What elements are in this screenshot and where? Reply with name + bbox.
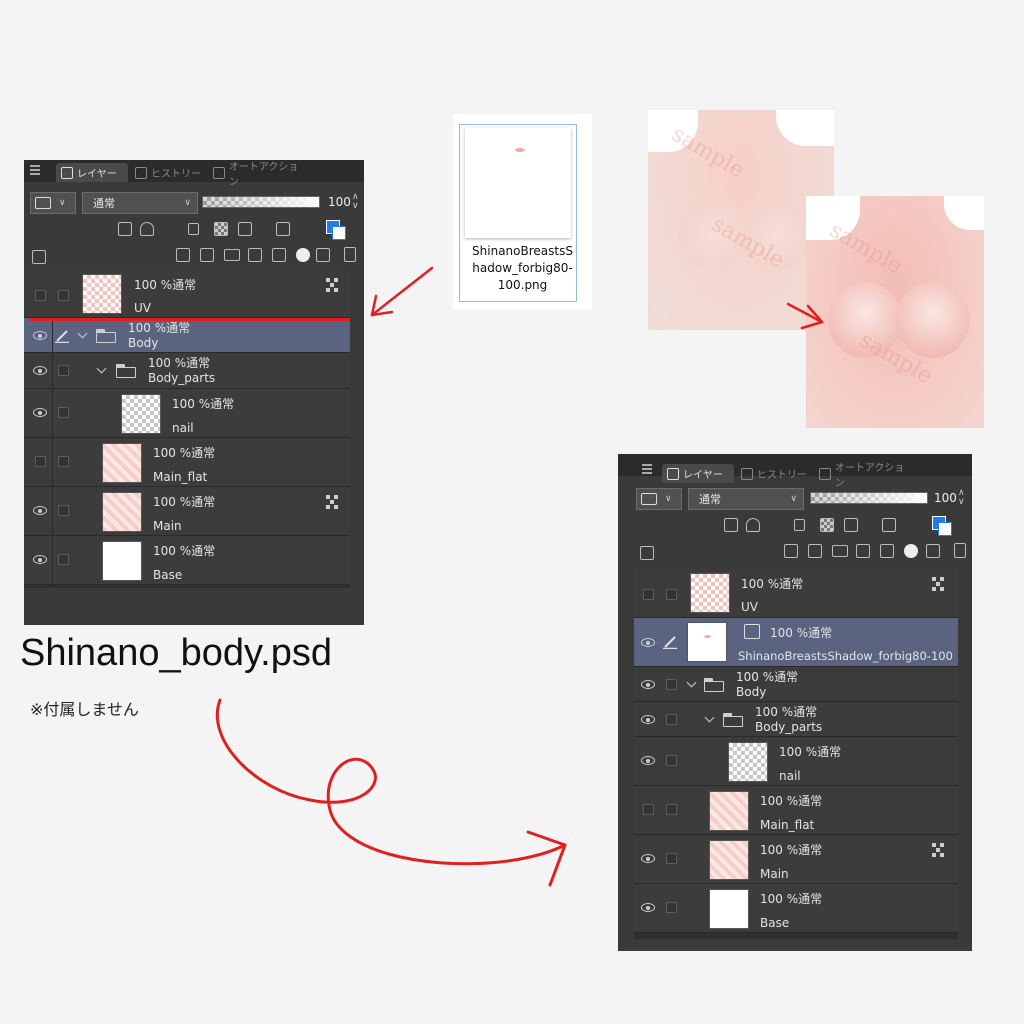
- arrow-preview: [786, 302, 824, 330]
- annotation-arrows: [215, 266, 824, 887]
- arrow-to-left-panel: [370, 266, 434, 317]
- curly-arrow: [215, 698, 567, 887]
